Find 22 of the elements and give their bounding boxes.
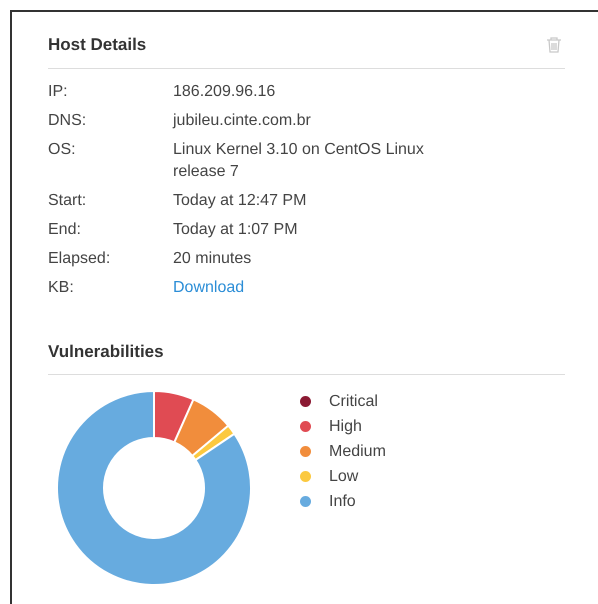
legend-label: Critical — [329, 392, 378, 412]
section-title: Host Details — [48, 34, 146, 56]
field-label: OS: — [48, 140, 77, 160]
section-title: Vulnerabilities — [48, 340, 165, 362]
field-value: 186.209.96.16 — [173, 82, 276, 102]
field-value: 20 minutes — [173, 248, 252, 268]
field-label: Elapsed: — [48, 248, 112, 268]
field-label: DNS: — [48, 110, 88, 130]
legend-label: Info — [329, 492, 356, 512]
field-value: Today at 12:47 PM — [173, 190, 308, 210]
field-value: Linux Kernel 3.10 on CentOS Linux release 7 — [173, 140, 425, 182]
field-label: End: — [48, 220, 82, 240]
field-value: jubileu.cinte.com.br — [173, 110, 312, 130]
field-label: Start: — [48, 190, 88, 210]
download-link[interactable]: Download — [173, 276, 244, 298]
trash-icon[interactable] — [545, 36, 563, 54]
field-label: KB: — [48, 278, 75, 298]
legend-label: Low — [329, 466, 358, 486]
legend-label: Medium — [329, 442, 386, 462]
field-label: IP: — [48, 82, 69, 102]
field-value: Today at 1:07 PM — [173, 220, 299, 240]
legend-label: High — [329, 416, 362, 436]
